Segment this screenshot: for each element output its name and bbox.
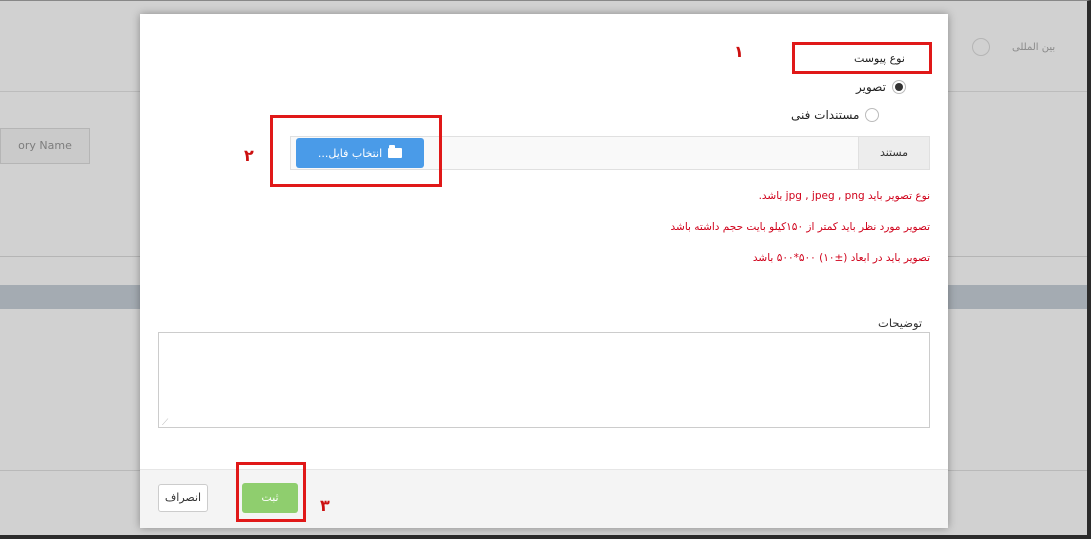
radio-option-technical-docs[interactable]: مستندات فنی: [791, 108, 880, 122]
description-label: توضیحات: [878, 316, 923, 330]
callout-submit: [236, 462, 306, 522]
attachment-modal: نوع پیوست تصویر مستندات فنی مستند انتخاب…: [140, 14, 948, 528]
radio-option-image[interactable]: تصویر: [856, 80, 906, 94]
hint-image-dimensions: تصویر باید در ابعاد (±۱۰) ۵۰۰*۵۰۰ باشد: [752, 252, 930, 264]
cancel-button[interactable]: انصراف: [158, 484, 208, 512]
hint-image-format: نوع تصویر باید jpg , jpeg , png باشد.: [758, 190, 930, 202]
callout-attachment-type: [792, 42, 932, 74]
step-number-1: ۱: [734, 42, 744, 61]
radio-label-technical-docs: مستندات فنی: [791, 108, 860, 122]
step-number-2: ۲: [244, 146, 254, 165]
radio-label-image: تصویر: [856, 80, 886, 94]
hint-image-size: تصویر مورد نظر باید کمتر از ۱۵۰کیلو بایت…: [670, 221, 930, 233]
description-textarea[interactable]: [158, 332, 930, 428]
document-field-label: مستند: [858, 137, 929, 169]
radio-button-unchecked[interactable]: [865, 108, 880, 122]
step-number-3: ۳: [320, 496, 330, 515]
radio-button-checked[interactable]: [891, 80, 906, 94]
callout-choose-file: [270, 115, 442, 187]
